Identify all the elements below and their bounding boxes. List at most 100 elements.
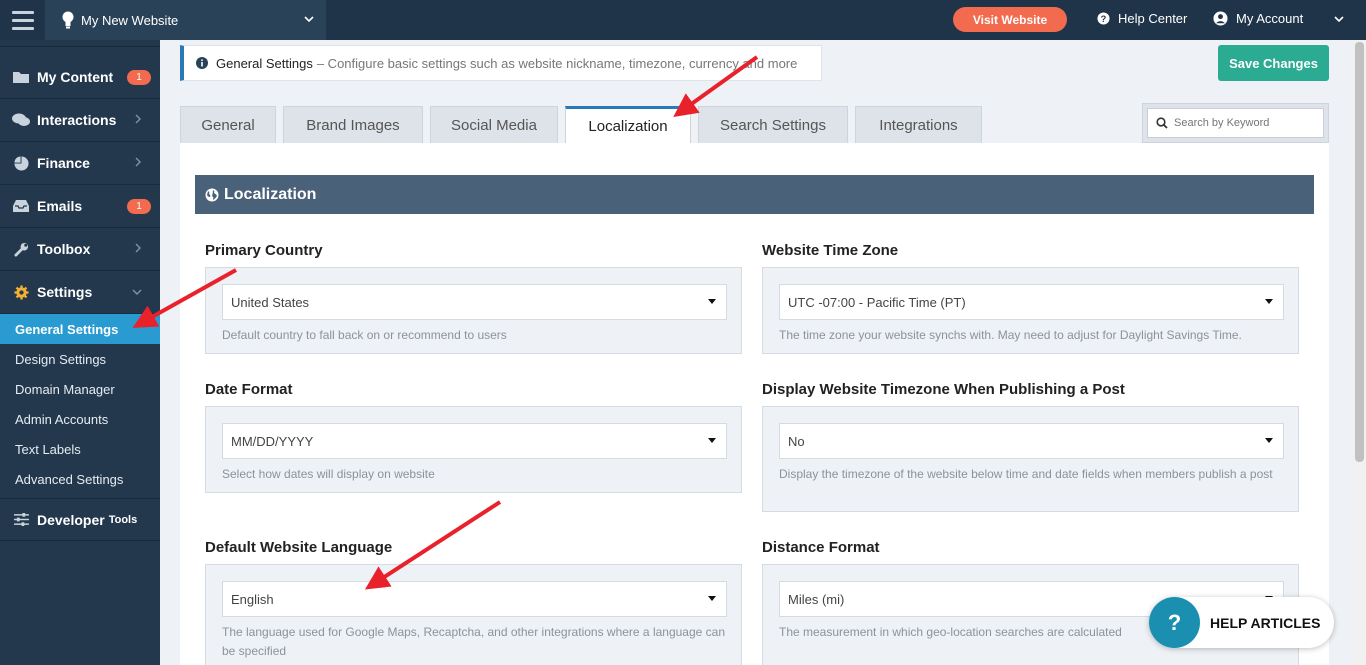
sidebar-item-label: Emails <box>37 198 83 214</box>
primary-country-group: United States Default country to fall ba… <box>205 267 742 354</box>
help-text: The time zone your website synchs with. … <box>779 328 1242 342</box>
menu-toggle-icon[interactable] <box>0 0 45 40</box>
sidebar-item-label: Finance <box>37 155 90 171</box>
field-label: Default Website Language <box>205 539 393 556</box>
page-description: – Configure basic settings such as websi… <box>316 55 798 71</box>
select-value: English <box>231 591 274 607</box>
select-value: UTC -07:00 - Pacific Time (PT) <box>788 294 966 310</box>
caret-down-icon <box>1265 299 1273 304</box>
website-name: My New Website <box>81 12 179 28</box>
help-text: The language used for Google Maps, Recap… <box>222 625 726 658</box>
sidebar-item-settings[interactable]: Settings <box>0 271 160 314</box>
notification-badge: 1 <box>127 70 151 85</box>
sidebar-item-label: Developer <box>37 511 105 528</box>
sidebar-subitem-domain-manager[interactable]: Domain Manager <box>0 374 160 404</box>
sidebar-item-emails[interactable]: Emails 1 <box>0 185 160 228</box>
sidebar-item-interactions[interactable]: Interactions <box>0 99 160 142</box>
caret-down-icon <box>708 596 716 601</box>
gear-icon <box>12 284 30 300</box>
sidebar-item-label: Toolbox <box>37 241 91 257</box>
visit-website-button[interactable]: Visit Website <box>953 7 1067 32</box>
info-icon <box>196 57 208 69</box>
save-changes-button[interactable]: Save Changes <box>1218 45 1329 81</box>
sidebar-item-finance[interactable]: Finance <box>0 142 160 185</box>
sliders-icon <box>12 512 30 528</box>
help-articles-button[interactable]: ? HELP ARTICLES <box>1149 597 1334 648</box>
chevron-down-icon[interactable] <box>1334 14 1344 24</box>
comments-icon <box>12 112 30 128</box>
help-text: Default country to fall back on or recom… <box>222 328 507 342</box>
sidebar-item-my-content[interactable]: My Content 1 <box>0 56 160 99</box>
tab-brand-images[interactable]: Brand Images <box>283 106 423 143</box>
section-header: Localization <box>195 175 1314 214</box>
time-zone-select[interactable]: UTC -07:00 - Pacific Time (PT) <box>779 284 1284 320</box>
user-circle-icon <box>1213 11 1228 26</box>
sidebar-item-toolbox[interactable]: Toolbox <box>0 228 160 271</box>
top-bar: My New Website Visit Website ? Help Cent… <box>0 0 1366 40</box>
website-selector[interactable]: My New Website <box>45 0 326 40</box>
date-format-select[interactable]: MM/DD/YYYY <box>222 423 727 459</box>
caret-down-icon <box>708 299 716 304</box>
help-center-label: Help Center <box>1118 11 1188 26</box>
tab-localization[interactable]: Localization <box>565 106 691 144</box>
help-articles-label: HELP ARTICLES <box>1210 614 1321 631</box>
sidebar-item-developer-tools[interactable]: Developer Tools <box>0 498 160 541</box>
date-format-group: MM/DD/YYYY Select how dates will display… <box>205 406 742 493</box>
my-account-menu[interactable]: My Account <box>1213 11 1303 26</box>
select-value: United States <box>231 294 310 310</box>
language-group: English The language used for Google Map… <box>205 564 742 665</box>
help-center-link[interactable]: ? Help Center <box>1097 11 1187 26</box>
display-timezone-group: No Display the timezone of the website b… <box>762 406 1299 512</box>
keyword-search <box>1142 103 1329 143</box>
sidebar-partial-item <box>0 40 160 47</box>
page-info-bar: General Settings – Configure basic setti… <box>180 45 822 81</box>
notification-badge: 1 <box>127 199 151 214</box>
chevron-down-icon <box>132 289 142 295</box>
wrench-icon <box>12 241 30 257</box>
field-label: Display Website Timezone When Publishing… <box>762 381 1125 398</box>
field-label: Primary Country <box>205 242 323 259</box>
question-circle-icon: ? <box>1097 12 1110 25</box>
search-input[interactable] <box>1174 117 1314 129</box>
sidebar-item-suffix: Tools <box>108 513 138 526</box>
chevron-right-icon <box>135 243 141 253</box>
my-account-label: My Account <box>1236 11 1304 26</box>
sidebar: My Content 1 Interactions Finance Emails… <box>0 40 160 665</box>
lightbulb-icon <box>62 11 74 29</box>
sidebar-subitem-text-labels[interactable]: Text Labels <box>0 434 160 464</box>
help-text: Select how dates will display on website <box>222 467 435 481</box>
help-text: Display the timezone of the website belo… <box>779 467 1273 481</box>
display-timezone-select[interactable]: No <box>779 423 1284 459</box>
sidebar-subitem-admin-accounts[interactable]: Admin Accounts <box>0 404 160 434</box>
sidebar-subitem-design-settings[interactable]: Design Settings <box>0 344 160 374</box>
chevron-down-icon <box>304 16 314 23</box>
globe-icon <box>205 188 219 201</box>
search-field[interactable] <box>1147 108 1324 138</box>
caret-down-icon <box>1265 438 1273 443</box>
primary-country-select[interactable]: United States <box>222 284 727 320</box>
sidebar-item-label: Settings <box>37 284 93 300</box>
field-label: Distance Format <box>762 539 880 556</box>
time-zone-group: UTC -07:00 - Pacific Time (PT) The time … <box>762 267 1299 354</box>
sidebar-subitem-advanced-settings[interactable]: Advanced Settings <box>0 464 160 494</box>
select-value: No <box>788 433 805 449</box>
tab-search-settings[interactable]: Search Settings <box>698 106 848 143</box>
question-icon: ? <box>1149 597 1200 648</box>
language-select[interactable]: English <box>222 581 727 617</box>
tab-integrations[interactable]: Integrations <box>855 106 982 143</box>
page-title: General Settings <box>216 55 313 71</box>
tab-general[interactable]: General <box>180 106 276 143</box>
tab-social-media[interactable]: Social Media <box>430 106 558 143</box>
sidebar-item-label: Interactions <box>37 112 117 128</box>
chevron-right-icon <box>135 157 141 167</box>
folder-icon <box>12 69 30 85</box>
svg-text:?: ? <box>1101 14 1107 24</box>
select-value: Miles (mi) <box>788 591 845 607</box>
sidebar-subitem-general-settings[interactable]: General Settings <box>0 314 160 344</box>
field-label: Website Time Zone <box>762 242 899 259</box>
select-value: MM/DD/YYYY <box>231 433 314 449</box>
section-title: Localization <box>224 185 317 203</box>
scrollbar-thumb[interactable] <box>1355 42 1364 462</box>
caret-down-icon <box>708 438 716 443</box>
sidebar-item-label: My Content <box>37 69 114 85</box>
